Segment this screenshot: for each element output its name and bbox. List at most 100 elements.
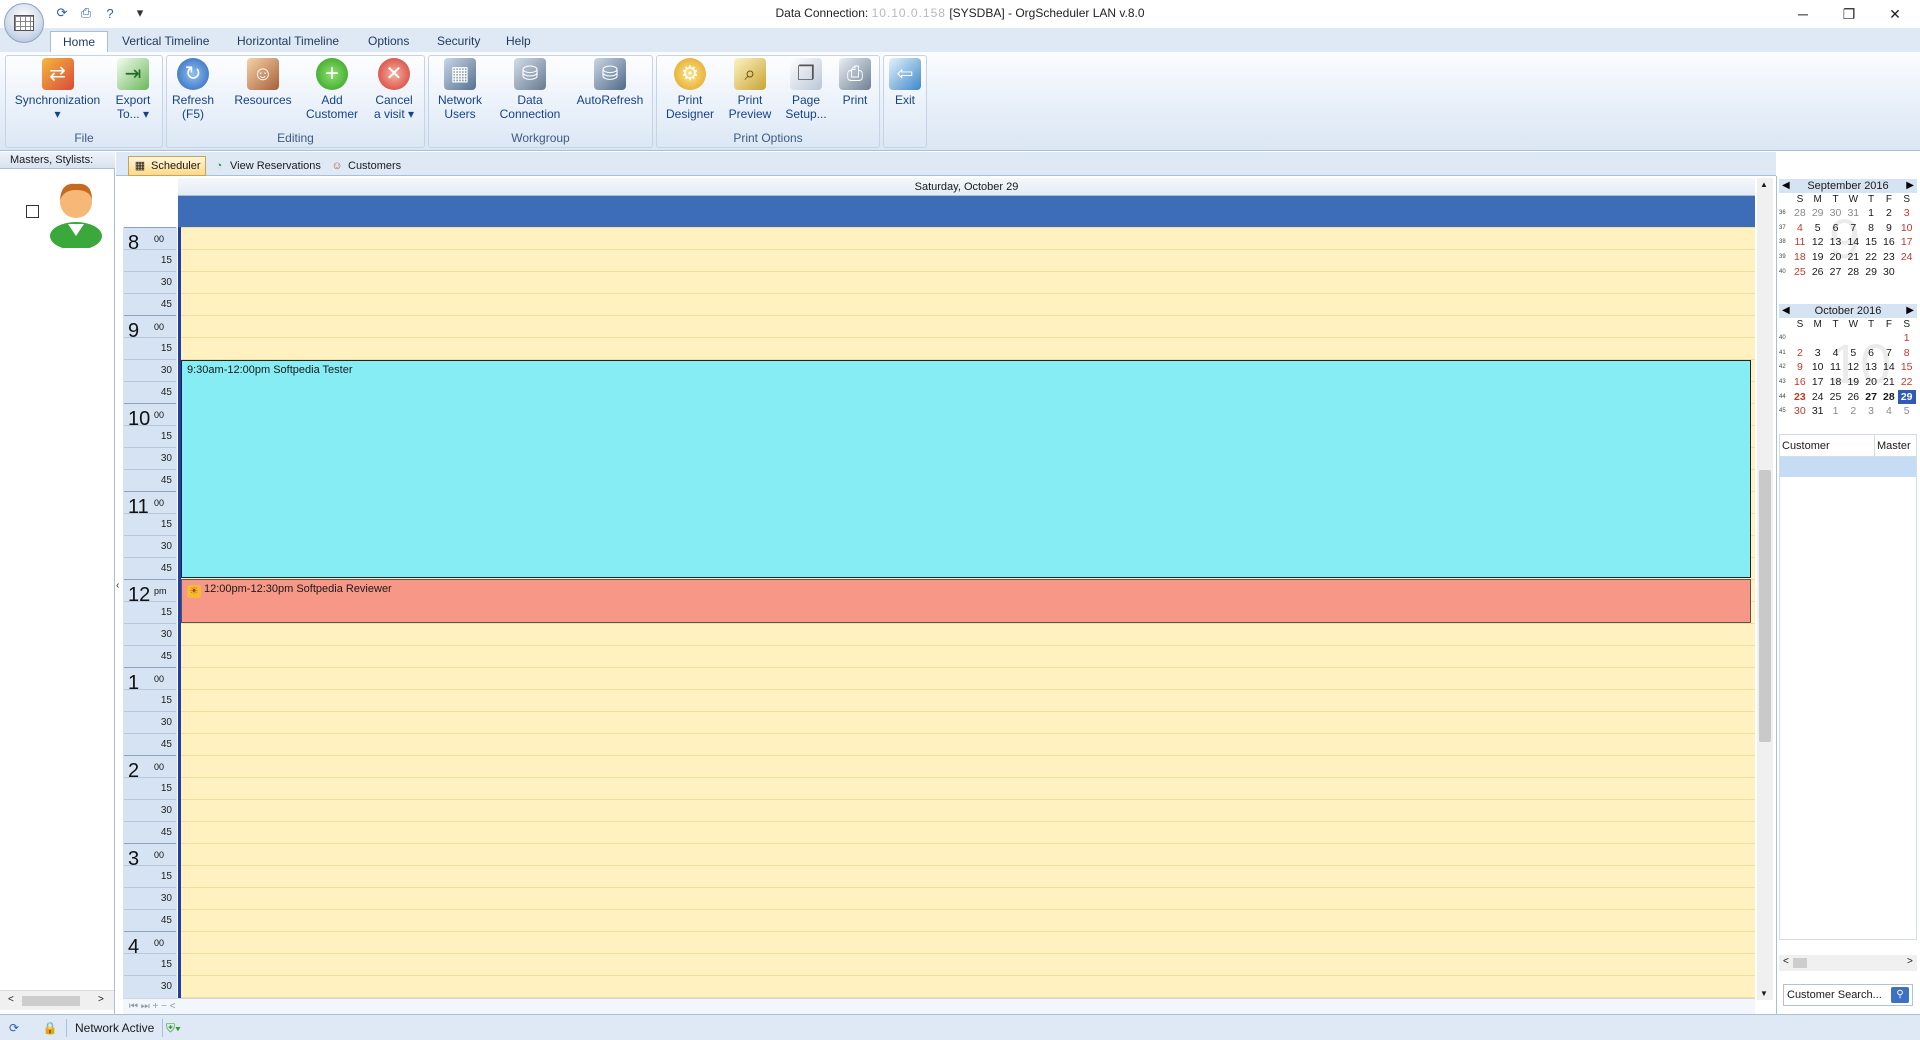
calendar-day[interactable]: 5 bbox=[1844, 346, 1862, 361]
calendar-day[interactable]: 8 bbox=[1898, 346, 1916, 361]
tab-options[interactable]: Options bbox=[356, 31, 421, 52]
tab-horizontal-timeline[interactable]: Horizontal Timeline bbox=[225, 31, 351, 52]
all-day-area[interactable] bbox=[178, 196, 1755, 227]
export-to-button[interactable]: ⇥ Export To... ▾ bbox=[108, 58, 158, 121]
resources-button[interactable]: ☺ Resources bbox=[232, 58, 294, 107]
calendar-day[interactable]: 30 bbox=[1827, 206, 1845, 221]
calendar-day[interactable]: 31 bbox=[1844, 206, 1862, 221]
customer-grid-scrollbar[interactable]: < > bbox=[1779, 955, 1917, 971]
calendar-day[interactable]: 26 bbox=[1844, 390, 1862, 405]
calendar-day[interactable]: 18 bbox=[1827, 375, 1845, 390]
appointment[interactable]: ☀ 12:00pm-12:30pm Softpedia Reviewer bbox=[181, 579, 1751, 623]
calendar-day[interactable]: 1 bbox=[1862, 206, 1880, 221]
calendar-day[interactable]: 4 bbox=[1827, 346, 1845, 361]
calendar-day[interactable]: 1 bbox=[1827, 404, 1845, 419]
navigation-buttons[interactable]: ⏮ ⏭ + − < bbox=[129, 1001, 176, 1012]
scroll-down-arrow[interactable]: ▼ bbox=[1760, 989, 1768, 998]
calendar-day[interactable]: 31 bbox=[1809, 404, 1827, 419]
tab-home[interactable]: Home bbox=[50, 31, 109, 52]
tab-vertical-timeline[interactable]: Vertical Timeline bbox=[110, 31, 221, 52]
calendar-day[interactable]: 26 bbox=[1809, 265, 1827, 280]
column-header-master[interactable]: Master bbox=[1875, 435, 1911, 456]
calendar-day[interactable]: 1 bbox=[1898, 331, 1916, 346]
restore-button[interactable]: ❐ bbox=[1826, 2, 1872, 26]
tab-help[interactable]: Help bbox=[494, 31, 543, 52]
calendar-day[interactable]: 17 bbox=[1809, 375, 1827, 390]
scroll-up-arrow[interactable]: ▲ bbox=[1760, 180, 1768, 189]
calendar-day[interactable]: 3 bbox=[1862, 404, 1880, 419]
calendar-day[interactable]: 29 bbox=[1862, 265, 1880, 280]
calendar-day[interactable]: 4 bbox=[1880, 404, 1898, 419]
calendar-day[interactable]: 30 bbox=[1791, 404, 1809, 419]
close-button[interactable]: ✕ bbox=[1872, 2, 1918, 26]
calendar-day[interactable]: 25 bbox=[1827, 390, 1845, 405]
calendar-day[interactable]: 29 bbox=[1809, 206, 1827, 221]
calendar-day[interactable]: 5 bbox=[1809, 221, 1827, 236]
grid-row-selected[interactable] bbox=[1780, 457, 1916, 477]
calendar-day[interactable]: 20 bbox=[1862, 375, 1880, 390]
calendar-day[interactable]: 30 bbox=[1880, 265, 1898, 280]
scroll-left-arrow[interactable]: < bbox=[1783, 956, 1789, 967]
calendar-day[interactable]: 11 bbox=[1791, 235, 1809, 250]
cancel-visit-button[interactable]: ✕ Cancel a visit ▾ bbox=[368, 58, 420, 121]
scroll-thumb[interactable] bbox=[1759, 470, 1771, 742]
calendar-day[interactable]: 12 bbox=[1844, 360, 1862, 375]
mini-calendar-october[interactable]: ◀ October 2016 ▶ S M T W T F S 10 40 1 41 2 3 4 5 6 7 8 42 9 10… bbox=[1779, 304, 1917, 419]
tab-scheduler[interactable]: ▦ Scheduler bbox=[128, 156, 206, 176]
calendar-day[interactable]: 16 bbox=[1880, 235, 1898, 250]
add-customer-button[interactable]: + Add Customer bbox=[302, 58, 362, 121]
calendar-day[interactable]: 22 bbox=[1898, 375, 1916, 390]
calendar-day[interactable]: 7 bbox=[1880, 346, 1898, 361]
calendar-day[interactable]: 7 bbox=[1844, 221, 1862, 236]
calendar-day[interactable]: 13 bbox=[1827, 235, 1845, 250]
synchronization-button[interactable]: ⇄ Synchronization ▾ bbox=[10, 58, 105, 121]
binoculars-icon[interactable]: ⚲ bbox=[1891, 987, 1909, 1003]
calendar-day[interactable]: 14 bbox=[1844, 235, 1862, 250]
calendar-day[interactable]: 15 bbox=[1898, 360, 1916, 375]
tab-security[interactable]: Security bbox=[425, 31, 492, 52]
calendar-day[interactable]: 22 bbox=[1862, 250, 1880, 265]
tab-view-reservations[interactable]: ◔ View Reservations bbox=[208, 156, 325, 176]
calendar-day[interactable]: 2 bbox=[1844, 404, 1862, 419]
master-checkbox[interactable] bbox=[26, 205, 39, 218]
masters-horizontal-scrollbar[interactable]: < > bbox=[0, 990, 114, 1010]
calendar-day[interactable]: 2 bbox=[1880, 206, 1898, 221]
calendar-day[interactable]: 28 bbox=[1791, 206, 1809, 221]
calendar-day[interactable]: 16 bbox=[1791, 375, 1809, 390]
calendar-day[interactable]: 28 bbox=[1880, 390, 1898, 405]
calendar-day[interactable]: 11 bbox=[1827, 360, 1845, 375]
previous-month-arrow[interactable]: ◀ bbox=[1782, 179, 1790, 193]
collapse-left-arrow[interactable]: ‹ bbox=[116, 580, 119, 591]
calendar-day[interactable]: 21 bbox=[1844, 250, 1862, 265]
calendar-day[interactable]: 3 bbox=[1898, 206, 1916, 221]
calendar-day[interactable]: 14 bbox=[1880, 360, 1898, 375]
calendar-day[interactable]: 17 bbox=[1898, 235, 1916, 250]
master-avatar-icon[interactable] bbox=[46, 176, 106, 248]
print-designer-button[interactable]: ⚙ Print Designer bbox=[662, 58, 718, 121]
calendar-day[interactable]: 27 bbox=[1862, 390, 1880, 405]
calendar-day[interactable]: 5 bbox=[1898, 404, 1916, 419]
calendar-day[interactable]: 23 bbox=[1880, 250, 1898, 265]
next-month-arrow[interactable]: ▶ bbox=[1906, 304, 1914, 318]
minimize-button[interactable]: ─ bbox=[1780, 2, 1826, 26]
calendar-day[interactable]: 29 bbox=[1897, 389, 1916, 405]
calendar-day[interactable]: 19 bbox=[1809, 250, 1827, 265]
autorefresh-button[interactable]: ⛁ AutoRefresh bbox=[572, 58, 648, 107]
calendar-day[interactable]: 27 bbox=[1827, 265, 1845, 280]
scroll-right-arrow[interactable]: > bbox=[98, 994, 104, 1005]
data-connection-button[interactable]: ⛁ Data Connection bbox=[494, 58, 566, 121]
scheduler-navigation-bar[interactable]: ⏮ ⏭ + − < bbox=[123, 998, 1755, 1014]
calendar-day[interactable]: 18 bbox=[1791, 250, 1809, 265]
calendar-day[interactable]: 10 bbox=[1898, 221, 1916, 236]
previous-month-arrow[interactable]: ◀ bbox=[1782, 304, 1790, 318]
application-menu-button[interactable] bbox=[4, 3, 44, 43]
calendar-day[interactable]: 20 bbox=[1827, 250, 1845, 265]
calendar-day[interactable]: 12 bbox=[1809, 235, 1827, 250]
print-preview-button[interactable]: ⌕ Print Preview bbox=[722, 58, 778, 121]
calendar-day[interactable]: 25 bbox=[1791, 265, 1809, 280]
column-header-customer[interactable]: Customer bbox=[1780, 435, 1875, 456]
scroll-right-arrow[interactable]: > bbox=[1907, 956, 1913, 967]
calendar-day[interactable]: 10 bbox=[1809, 360, 1827, 375]
calendar-day[interactable]: 8 bbox=[1862, 221, 1880, 236]
customer-grid[interactable]: Customer Master bbox=[1779, 434, 1917, 940]
